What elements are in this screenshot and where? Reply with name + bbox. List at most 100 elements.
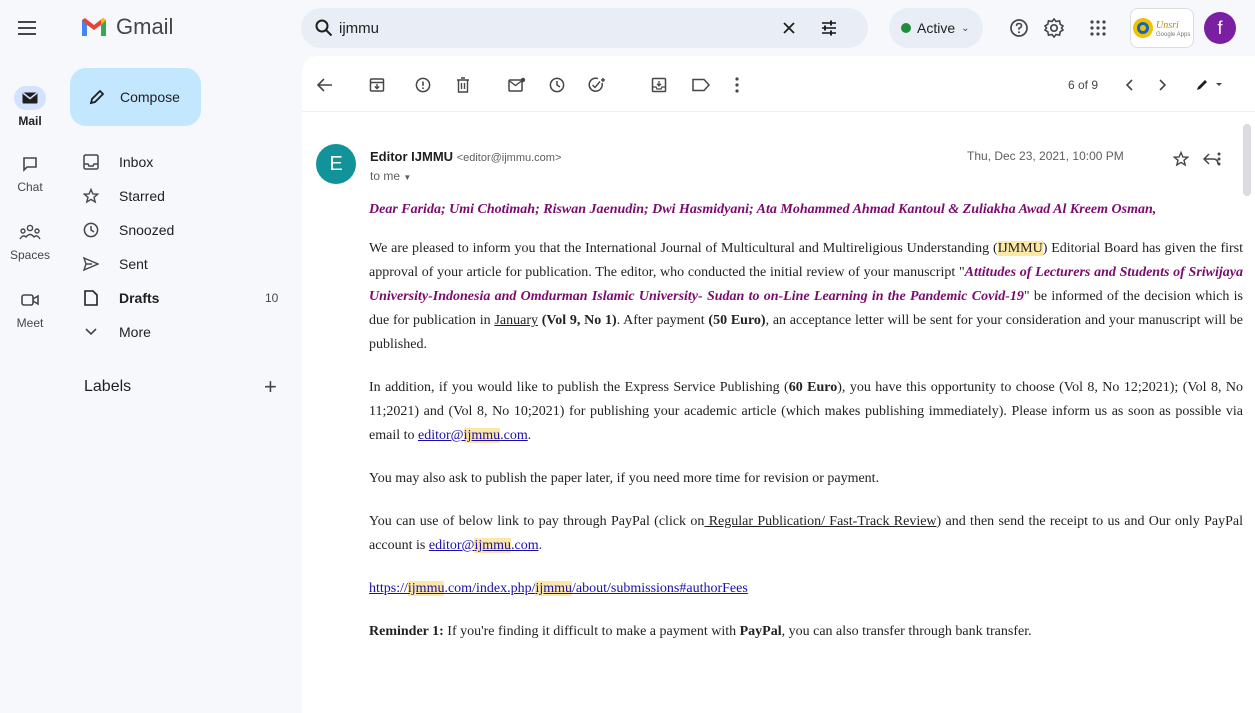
search-bar[interactable] [301, 8, 868, 48]
paragraph-reminder: Reminder 1: If you're finding it difficu… [369, 620, 1243, 644]
star-icon[interactable] [1170, 148, 1192, 170]
mail-icon [14, 86, 46, 110]
recipient-label: to me [370, 169, 401, 183]
nav-item-drafts[interactable]: Drafts 10 [60, 282, 290, 314]
help-icon[interactable] [1005, 14, 1033, 42]
older-chevron-left-icon[interactable] [1118, 74, 1140, 96]
input-tools-pen-icon[interactable] [1192, 74, 1226, 96]
p2-text-c: . [527, 428, 532, 443]
compose-button[interactable]: Compose [70, 68, 201, 126]
payment-amount: (50 Euro) [708, 313, 766, 328]
paragraph-later: You may also ask to publish the paper la… [369, 471, 880, 486]
status-label: Active [917, 20, 956, 36]
author-fees-link[interactable]: https://ijmmu.com/index.php/ijmmu/about/… [369, 581, 748, 596]
apps-grid-icon[interactable] [1084, 14, 1112, 42]
rail-item-mail[interactable]: Mail [0, 86, 60, 128]
move-to-icon[interactable] [648, 74, 670, 96]
kebab-more-icon[interactable] [1212, 148, 1226, 170]
search-options-icon[interactable] [819, 18, 839, 38]
caret-down-icon: ▼ [403, 173, 412, 182]
send-icon [82, 255, 100, 273]
svg-text:Google Apps: Google Apps [1156, 32, 1190, 38]
archive-icon[interactable] [366, 74, 388, 96]
account-avatar[interactable]: f [1204, 12, 1236, 44]
mark-unread-icon[interactable] [506, 74, 528, 96]
add-to-tasks-icon[interactable] [586, 74, 608, 96]
meet-video-icon [14, 288, 46, 312]
paragraph-approval: We are pleased to inform you that the In… [369, 237, 1243, 357]
link-part-b: .com [500, 428, 528, 443]
paragraph-url: https://ijmmu.com/index.php/ijmmu/about/… [369, 577, 1243, 601]
message-body: Dear Farida; Umi Chotimah; Riswan Jaenud… [369, 198, 1243, 663]
unsri-emblem-icon [1133, 18, 1153, 38]
add-label-icon[interactable]: + [264, 374, 277, 400]
search-icon[interactable] [315, 19, 333, 37]
rail-item-spaces[interactable]: Spaces [0, 220, 60, 262]
paypal-email-link[interactable]: editor@ijmmu.com [429, 538, 539, 553]
message-toolbar: 6 of 9 [302, 56, 1255, 112]
p1-highlight: IJMMU [997, 241, 1043, 256]
gmail-wordmark: Gmail [116, 14, 174, 39]
nav-item-more[interactable]: More [60, 316, 290, 348]
snooze-clock-icon[interactable] [546, 74, 568, 96]
chat-icon [14, 152, 46, 176]
more-options-icon[interactable] [726, 74, 748, 96]
issue-volume: (Vol 9, No 1) [541, 313, 617, 328]
pencil-icon [89, 89, 105, 105]
regular-publication-link[interactable]: Regular Publication/ Fast-Track Review [704, 514, 937, 529]
status-selector[interactable]: Active ⌄ [889, 8, 983, 48]
mail-navigation: Compose Inbox Starred Snoozed Sent Draft… [60, 56, 300, 713]
rail-label-mail: Mail [18, 114, 42, 128]
star-icon [82, 187, 100, 205]
nav-label-sent: Sent [119, 256, 148, 272]
express-price: 60 Euro [788, 380, 838, 395]
nav-item-sent[interactable]: Sent [60, 248, 290, 280]
sender-name[interactable]: Editor IJMMU [370, 149, 453, 164]
newer-chevron-right-icon[interactable] [1152, 74, 1174, 96]
url-highlight-1: ijmmu [407, 581, 445, 596]
organization-logo-unsri[interactable]: Unsri Google Apps [1130, 8, 1194, 48]
editor-email-link[interactable]: editor@ijmmu.com [418, 428, 528, 443]
salutation: Dear Farida; Umi Chotimah; Riswan Jaenud… [369, 202, 1157, 217]
p1-text-e: . After payment [616, 313, 709, 328]
paragraph-paypal: You can use of below link to pay through… [369, 510, 1243, 558]
p4-text-a: You can use of below link to pay through… [369, 514, 705, 529]
draft-file-icon [82, 289, 100, 307]
scrollbar-thumb[interactable] [1243, 124, 1251, 196]
drafts-count: 10 [265, 291, 279, 305]
rail-item-meet[interactable]: Meet [0, 288, 60, 330]
pagination-text: 6 of 9 [1068, 78, 1099, 92]
rail-label-chat: Chat [17, 180, 43, 194]
labels-heading: Labels [84, 378, 132, 395]
nav-label-snoozed: Snoozed [119, 222, 175, 238]
recipient-toggle[interactable]: to me ▼ [370, 169, 411, 183]
spaces-icon [14, 220, 46, 244]
delete-trash-icon[interactable] [452, 74, 474, 96]
unsri-google-apps-wordmark: UnsriGoogle Apps [1156, 20, 1190, 38]
clear-search-icon[interactable] [779, 18, 799, 38]
reminder-paypal: PayPal [739, 624, 782, 639]
p1-text-a: We are pleased to inform you that the In… [369, 241, 998, 256]
chevron-down-icon: ⌄ [961, 22, 970, 34]
app-rail: Mail Chat Spaces Meet [0, 56, 60, 713]
nav-item-snoozed[interactable]: Snoozed [60, 214, 290, 246]
url-highlight-2: ijmmu [535, 581, 573, 596]
sender-email: <editor@ijmmu.com> [456, 152, 562, 164]
nav-item-inbox[interactable]: Inbox [60, 146, 290, 178]
search-input[interactable] [339, 18, 739, 38]
rail-item-chat[interactable]: Chat [0, 152, 60, 194]
reminder-text-a: If you're finding it difficult to make a… [443, 624, 740, 639]
main-menu-icon[interactable] [14, 14, 42, 42]
url-part-a: https:// [369, 581, 408, 596]
settings-gear-icon[interactable] [1040, 14, 1068, 42]
nav-item-starred[interactable]: Starred [60, 180, 290, 212]
label-tag-icon[interactable] [690, 74, 712, 96]
sender-avatar[interactable]: E [316, 144, 356, 184]
paragraph-express: In addition, if you would like to publis… [369, 376, 1243, 448]
inbox-icon [82, 153, 100, 171]
report-spam-icon[interactable] [412, 74, 434, 96]
compose-label: Compose [120, 89, 180, 105]
link-highlight: ijmmu [474, 538, 511, 553]
back-arrow-icon[interactable] [314, 74, 336, 96]
gmail-logo[interactable]: Gmail [80, 14, 173, 40]
